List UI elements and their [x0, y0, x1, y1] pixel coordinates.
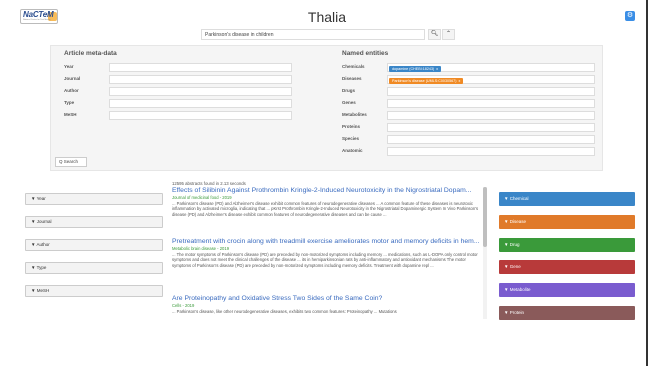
result-snippet: ... Parkinson's disease (PD) and Alzheim… — [172, 201, 479, 217]
metabolites-field[interactable] — [387, 111, 595, 120]
ner-row-anatomic: Anatomic — [342, 147, 597, 156]
facet-type[interactable]: ▼ Type — [25, 262, 163, 274]
ner-row-metabolites: Metabolites — [342, 111, 597, 120]
ner-row-proteins: Proteins — [342, 123, 597, 132]
search-input[interactable] — [201, 29, 425, 40]
facet-label: Author — [36, 242, 50, 247]
facet-mesh[interactable]: ▼ MeSH — [25, 285, 163, 297]
facet-label: MeSH — [36, 288, 50, 293]
entity-facet-label: Disease — [509, 219, 526, 224]
gear-icon: ⚙ — [626, 12, 634, 19]
meta-row-journal: Journal — [64, 75, 294, 84]
proteins-field[interactable] — [387, 123, 595, 132]
meta-label: Author — [64, 88, 79, 93]
meta-row-type: Type — [64, 99, 294, 108]
meta-label: MeSH — [64, 112, 77, 117]
type-field[interactable] — [109, 99, 292, 108]
chevron-up-icon: ⌃ — [445, 31, 452, 37]
ner-label: Diseases — [342, 76, 362, 81]
anatomic-field[interactable] — [387, 147, 595, 156]
ner-label: Genes — [342, 100, 356, 105]
meta-label: Journal — [64, 76, 81, 81]
result-source: Cells - 2019 — [172, 303, 195, 308]
search-bar: 🔍︎ ⌃ — [201, 29, 457, 40]
entity-facet-label: Protein — [509, 310, 524, 315]
entity-facet-drug[interactable]: ▼ Drug — [499, 238, 635, 252]
entity-facet-gene[interactable]: ▼ Gene — [499, 260, 635, 274]
entity-facet-label: Drug — [509, 242, 520, 247]
year-field[interactable] — [109, 63, 292, 72]
window-edge — [646, 0, 648, 366]
entity-facet-chemical[interactable]: ▼ Chemical — [499, 192, 635, 206]
meta-label: Type — [64, 100, 75, 105]
ner-row-chemicals: Chemicals dopamine (CHEBI:18243) x — [342, 63, 597, 72]
search-button[interactable]: 🔍︎ — [428, 29, 441, 40]
ner-label: Metabolites — [342, 112, 367, 117]
meta-label: Year — [64, 64, 74, 69]
result-snippet: ... The motor symptoms of Parkinson's di… — [172, 252, 478, 268]
search-icon: 🔍︎ — [430, 31, 439, 37]
chemical-tag[interactable]: dopamine (CHEBI:18243) x — [389, 65, 442, 72]
entity-facet-label: Chemical — [509, 196, 529, 201]
ner-row-genes: Genes — [342, 99, 597, 108]
result-title-link[interactable]: Are Proteinopathy and Oxidative Stress T… — [172, 295, 482, 302]
entity-facet-protein[interactable]: ▼ Protein — [499, 306, 635, 320]
mesh-field[interactable] — [109, 111, 292, 120]
ner-row-diseases: Diseases Parkinson's disease (UMLS:C0030… — [342, 75, 597, 84]
ner-label: Anatomic — [342, 148, 363, 153]
results-scroll-thumb[interactable] — [483, 187, 487, 247]
diseases-field[interactable]: Parkinson's disease (UMLS:C0030567) x — [387, 75, 595, 84]
entity-facet-label: Gene — [509, 264, 521, 269]
author-field[interactable] — [109, 87, 292, 96]
ner-heading: Named entities — [342, 50, 389, 57]
entity-facet-metabolite[interactable]: ▼ Metabolite — [499, 283, 635, 297]
result-item: Are Proteinopathy and Oxidative Stress T… — [172, 295, 482, 314]
facet-label: Type — [36, 265, 47, 270]
results-count: 12595 abstracts found in 2.13 seconds — [172, 181, 246, 186]
panel-search-button[interactable]: Q Search — [55, 157, 87, 167]
ner-row-drugs: Drugs — [342, 87, 597, 96]
disease-tag[interactable]: Parkinson's disease (UMLS:C0030567) x — [389, 77, 464, 84]
genes-field[interactable] — [387, 99, 595, 108]
ner-label: Drugs — [342, 88, 356, 93]
journal-field[interactable] — [109, 75, 292, 84]
facet-author[interactable]: ▼ Author — [25, 239, 163, 251]
drugs-field[interactable] — [387, 87, 595, 96]
result-source: Journal of medicinal food - 2019 — [172, 195, 232, 200]
meta-row-year: Year — [64, 63, 294, 72]
facet-label: Year — [36, 196, 46, 201]
entity-facet-disease[interactable]: ▼ Disease — [499, 215, 635, 229]
result-item: Pretreatment with crocin along with trea… — [172, 238, 482, 268]
toggle-advanced-button[interactable]: ⌃ — [442, 29, 455, 40]
advanced-search-panel: Article meta-data Named entities Year Jo… — [50, 45, 603, 171]
disease-tag-label: Parkinson's disease (UMLS:C0030567) — [392, 78, 457, 83]
ner-label: Proteins — [342, 124, 361, 129]
ner-label: Chemicals — [342, 64, 365, 69]
result-snippet: ... Parkinson's disease, like other neur… — [172, 309, 397, 314]
result-title-link[interactable]: Pretreatment with crocin along with trea… — [172, 238, 482, 245]
facet-year[interactable]: ▼ Year — [25, 193, 163, 205]
entity-facet-label: Metabolite — [509, 287, 531, 292]
results-list: 12595 abstracts found in 2.13 seconds Ef… — [172, 181, 482, 321]
page-title: Thalia — [307, 9, 347, 25]
result-title-link[interactable]: Effects of Silibinin Against Prothrombin… — [172, 187, 482, 194]
chemicals-field[interactable]: dopamine (CHEBI:18243) x — [387, 63, 595, 72]
meta-heading: Article meta-data — [64, 50, 117, 57]
facet-journal[interactable]: ▼ Journal — [25, 216, 163, 228]
species-field[interactable] — [387, 135, 595, 144]
meta-row-mesh: MeSH — [64, 111, 294, 120]
close-icon[interactable]: x — [436, 67, 438, 71]
close-icon[interactable]: x — [458, 79, 460, 83]
ner-label: Species — [342, 136, 360, 141]
result-item: Effects of Silibinin Against Prothrombin… — [172, 187, 482, 217]
meta-row-author: Author — [64, 87, 294, 96]
ner-row-species: Species — [342, 135, 597, 144]
chemical-tag-label: dopamine (CHEBI:18243) — [392, 66, 435, 71]
facet-label: Journal — [36, 219, 52, 224]
settings-button[interactable]: ⚙ — [625, 11, 635, 21]
result-source: Metabolic brain disease - 2019 — [172, 246, 230, 251]
